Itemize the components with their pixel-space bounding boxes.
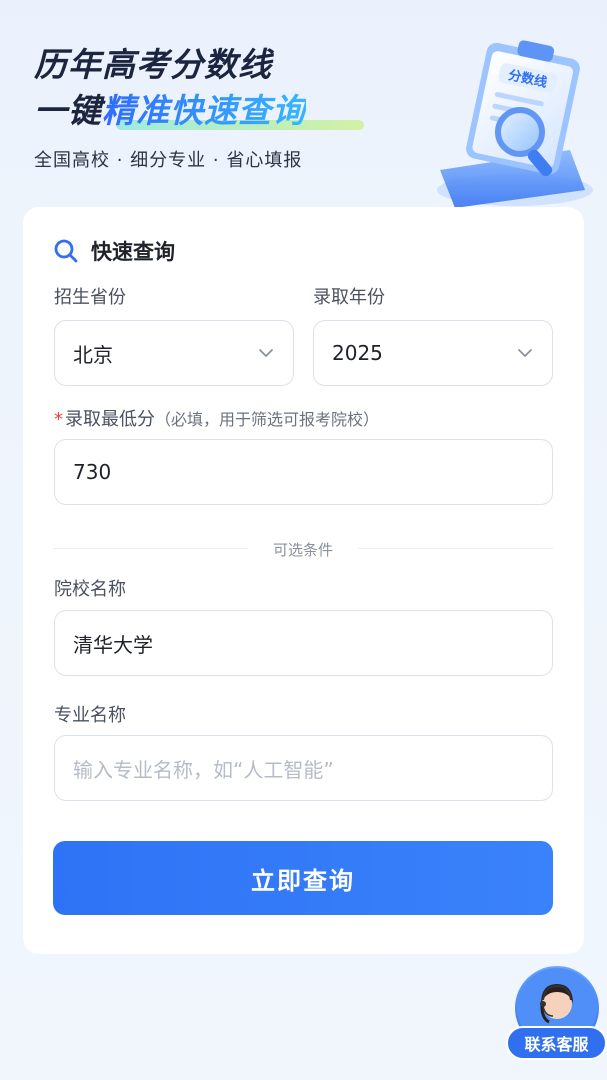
required-mark: *: [54, 409, 63, 430]
province-value: 北京: [73, 342, 113, 367]
hero-title-accent: 精准快速查询: [102, 91, 306, 130]
hero-title-plain: 一键: [34, 91, 102, 130]
min-score-label: * 录取最低分（必填，用于筛选可报考院校）: [54, 405, 379, 431]
year-select[interactable]: 2025: [313, 320, 553, 386]
province-label: 招生省份: [54, 287, 126, 308]
province-select[interactable]: 北京: [54, 320, 294, 386]
min-score-hint: （必填，用于筛选可报考院校）: [155, 410, 380, 429]
optional-divider: 可选条件: [53, 539, 553, 559]
hero-banner: 历年高考分数线 一键精准快速查询 全国高校 · 细分专业 · 省心填报 分数线: [0, 0, 607, 215]
major-label: 专业名称: [54, 705, 126, 726]
card-title: 快速查询: [91, 240, 175, 264]
hero-title-line2: 一键精准快速查询: [34, 84, 306, 132]
clipboard-magnifier-icon: 分数线: [437, 40, 593, 208]
major-input[interactable]: 输入专业名称，如“人工智能”: [54, 735, 553, 801]
school-value: 清华大学: [73, 632, 153, 657]
search-icon: [54, 239, 78, 263]
min-score-input[interactable]: 730: [54, 439, 553, 505]
customer-service-button[interactable]: 联系客服: [506, 966, 607, 1062]
min-score-label-text: 录取最低分: [65, 409, 155, 430]
year-value: 2025: [332, 341, 383, 365]
hero-title-line1: 历年高考分数线: [34, 45, 272, 84]
chevron-down-icon: [518, 349, 532, 357]
optional-divider-text: 可选条件: [272, 541, 333, 559]
major-placeholder: 输入专业名称，如“人工智能”: [73, 757, 334, 782]
search-submit-button[interactable]: 立即查询: [53, 841, 553, 915]
quick-search-card: 快速查询 招生省份 录取年份 北京 2025 * 录取最低分（必填，用于筛选可报考…: [23, 207, 584, 954]
customer-service-label: 联系客服: [506, 1026, 607, 1060]
chevron-down-icon: [259, 349, 273, 357]
school-input[interactable]: 清华大学: [54, 610, 553, 676]
school-label: 院校名称: [54, 579, 126, 600]
min-score-value: 730: [73, 460, 112, 484]
card-header: 快速查询: [53, 235, 175, 267]
hero-subtitle: 全国高校 · 细分专业 · 省心填报: [34, 150, 303, 171]
year-label: 录取年份: [313, 287, 385, 308]
